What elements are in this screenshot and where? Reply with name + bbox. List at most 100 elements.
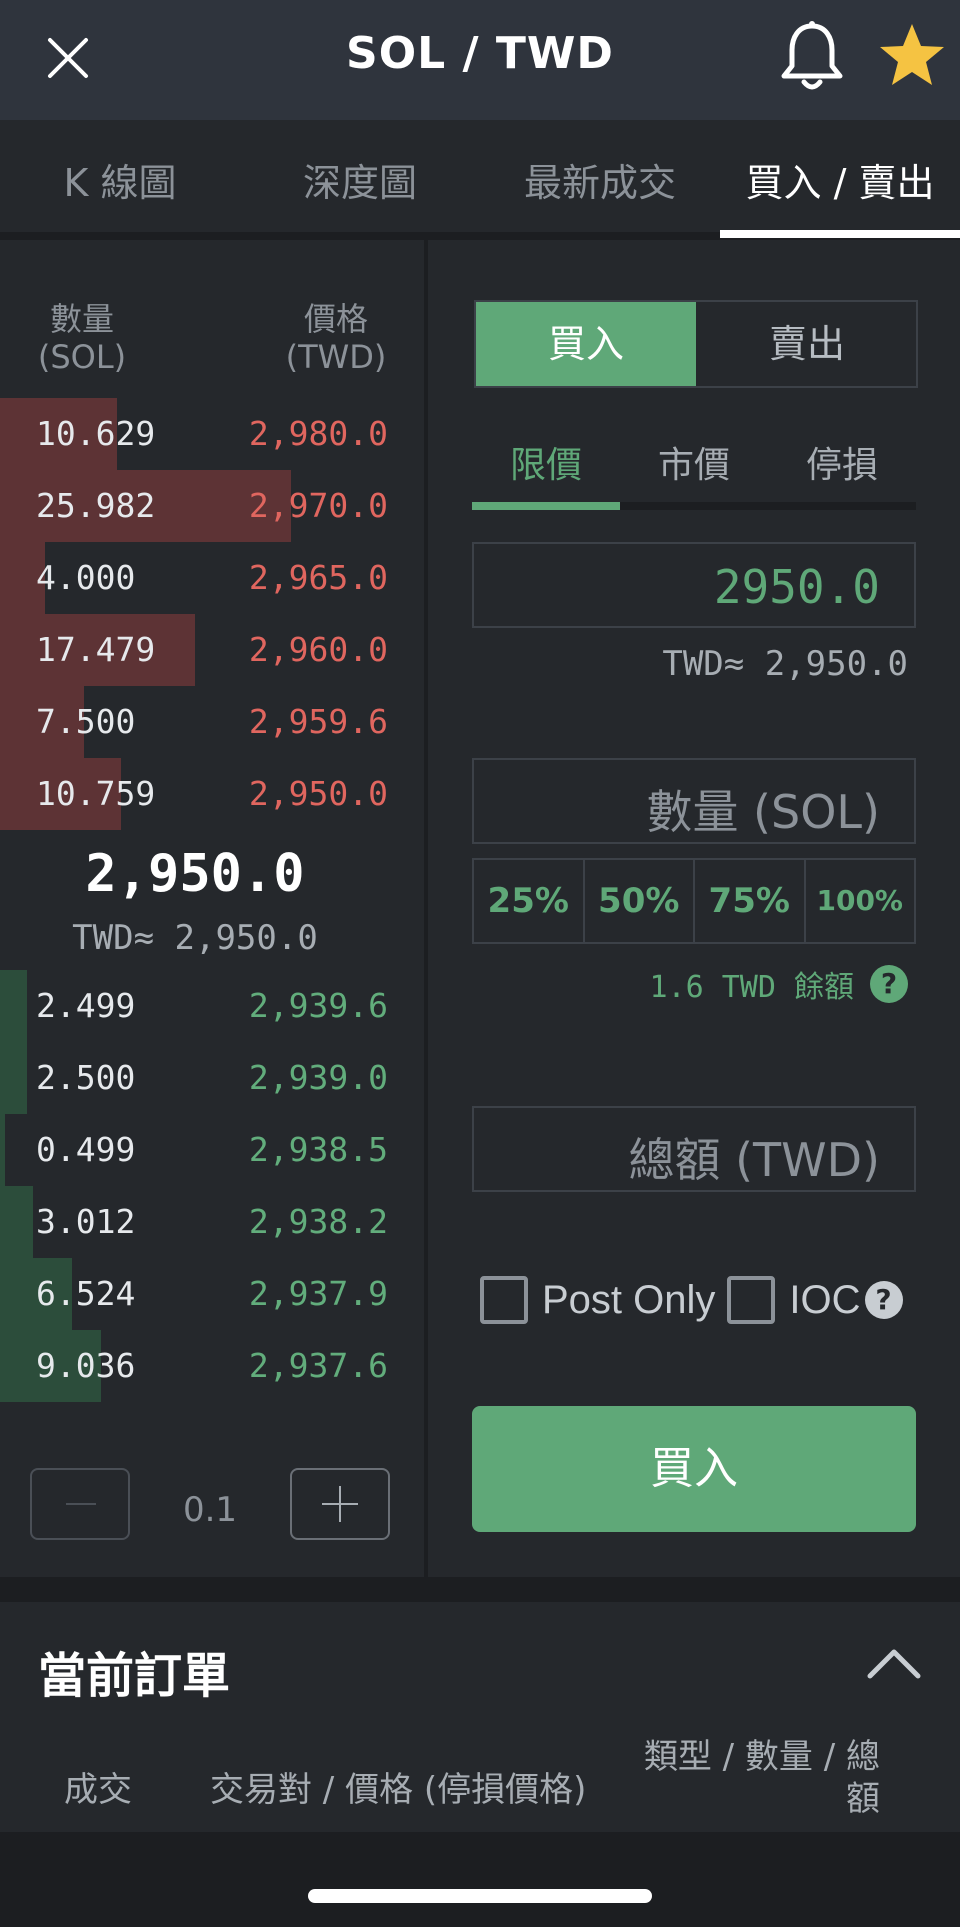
tab-depth[interactable]: 深度圖: [240, 152, 480, 207]
price-twd-estimate: TWD≈ 2,950.0: [662, 644, 908, 684]
price-input-value: 2950.0: [713, 560, 880, 614]
bid-row[interactable]: 2.499 2,939.6: [0, 970, 424, 1042]
orders-col-pair: 交易對 / 價格 (停損價格): [210, 1770, 587, 1810]
tab-latest-trades[interactable]: 最新成交: [480, 152, 720, 207]
plus-icon-vertical: [339, 1486, 341, 1522]
price-header: 價格 (TWD): [274, 300, 398, 376]
post-only-checkbox[interactable]: [480, 1276, 528, 1324]
ask-price: 2,959.6: [248, 702, 388, 741]
price-header-unit: (TWD): [285, 338, 387, 376]
bid-qty: 0.499: [36, 1130, 136, 1169]
ioc-label: IOC: [789, 1277, 861, 1322]
ask-row[interactable]: 10.759 2,950.0: [0, 758, 424, 830]
order-options: Post Only IOC ?: [480, 1272, 903, 1328]
ask-price: 2,970.0: [248, 486, 388, 525]
price-input[interactable]: 2950.0: [472, 542, 916, 628]
price-header-label: 價格: [303, 300, 368, 338]
mid-price: 2,950.0: [85, 844, 305, 904]
bid-row[interactable]: 0.499 2,938.5: [0, 1114, 424, 1186]
active-tab-indicator: [720, 230, 960, 238]
percent-50-button[interactable]: 50%: [585, 860, 695, 942]
order-type-indicator: [472, 502, 620, 510]
ask-row[interactable]: 25.982 2,970.0: [0, 470, 424, 542]
orders-col-type-line2: 額: [846, 1779, 880, 1819]
percent-25-button[interactable]: 25%: [474, 860, 585, 942]
star-icon[interactable]: [872, 16, 952, 96]
orders-title: 當前訂單: [38, 1648, 231, 1704]
qty-header: 數量 (SOL): [20, 300, 144, 376]
ask-qty: 10.759: [36, 774, 156, 813]
step-increase-button[interactable]: [290, 1468, 390, 1540]
ask-qty: 4.000: [36, 558, 136, 597]
bid-row[interactable]: 3.012 2,938.2: [0, 1186, 424, 1258]
tab-kline[interactable]: K 線圖: [0, 152, 240, 207]
ask-qty: 25.982: [36, 486, 156, 525]
post-only-label: Post Only: [542, 1277, 716, 1322]
step-decrease-button[interactable]: [30, 1468, 130, 1540]
chevron-up-icon[interactable]: [862, 1632, 926, 1696]
order-book: 數量 (SOL) 價格 (TWD) 10.629 2,980.0 25.982 2,9…: [0, 240, 424, 1577]
tab-buy-sell[interactable]: 買入 / 賣出: [720, 152, 960, 207]
bid-qty: 2.500: [36, 1058, 136, 1097]
trade-form: 買入 賣出 限價 市價 停損 2950.0 TWD≈ 2,950.0 數量 (S…: [428, 240, 960, 1577]
ask-price: 2,965.0: [248, 558, 388, 597]
percent-selector: 25% 50% 75% 100%: [472, 858, 916, 944]
bid-price: 2,938.5: [248, 1130, 388, 1169]
submit-buy-button[interactable]: 買入: [472, 1406, 916, 1532]
bid-price: 2,939.6: [248, 986, 388, 1025]
ask-price: 2,960.0: [248, 630, 388, 669]
sell-side-button[interactable]: 賣出: [698, 302, 916, 386]
order-type-stop[interactable]: 停損: [768, 436, 916, 488]
bid-price: 2,938.2: [248, 1202, 388, 1241]
ask-qty: 17.479: [36, 630, 156, 669]
bid-qty: 2.499: [36, 986, 136, 1025]
order-type-limit[interactable]: 限價: [472, 436, 620, 488]
bell-icon[interactable]: [772, 16, 852, 96]
order-type-market[interactable]: 市價: [620, 436, 768, 488]
ask-price: 2,950.0: [248, 774, 388, 813]
available-balance: 1.6 TWD 餘額 ?: [649, 962, 908, 1006]
orders-col-type-line1: 類型 / 數量 / 總: [643, 1737, 880, 1777]
current-orders: 當前訂單 成交 交易對 / 價格 (停損價格) 類型 / 數量 / 總 額: [0, 1602, 960, 1832]
bid-row[interactable]: 9.036 2,937.6: [0, 1330, 424, 1402]
bid-price: 2,937.9: [248, 1274, 388, 1313]
home-indicator[interactable]: [308, 1889, 652, 1903]
ioc-help-icon[interactable]: ?: [864, 1281, 903, 1319]
total-placeholder: 總額 (TWD): [628, 1133, 880, 1187]
side-toggle: 買入 賣出: [474, 300, 918, 388]
total-input[interactable]: 總額 (TWD): [472, 1106, 916, 1192]
amount-placeholder: 數量 (SOL): [646, 785, 880, 839]
mid-price-twd: TWD≈ 2,950.0: [72, 918, 318, 958]
bottom-bar: [0, 1832, 960, 1927]
view-tabs: K 線圖 深度圖 最新成交 買入 / 賣出: [0, 120, 960, 240]
bid-depth-bar: [0, 1186, 33, 1258]
top-bar: SOL / TWD: [0, 0, 960, 120]
buy-side-button[interactable]: 買入: [476, 302, 696, 386]
bid-row[interactable]: 6.524 2,937.9: [0, 1258, 424, 1330]
amount-input[interactable]: 數量 (SOL): [472, 758, 916, 844]
percent-75-button[interactable]: 75%: [695, 860, 806, 942]
bid-qty: 6.524: [36, 1274, 136, 1313]
help-icon[interactable]: ?: [870, 965, 908, 1003]
bid-qty: 9.036: [36, 1346, 136, 1385]
ioc-checkbox[interactable]: [727, 1276, 776, 1324]
orders-col-type: 類型 / 數量 / 總 額: [636, 1736, 880, 1820]
step-value: 0.1: [182, 1490, 238, 1530]
ask-row[interactable]: 4.000 2,965.0: [0, 542, 424, 614]
balance-text: 1.6 TWD 餘額: [649, 970, 855, 1005]
bid-row[interactable]: 2.500 2,939.0: [0, 1042, 424, 1114]
percent-100-button[interactable]: 100%: [806, 860, 915, 942]
minus-icon: [66, 1503, 96, 1505]
bid-price: 2,939.0: [248, 1058, 388, 1097]
section-gap: [0, 1577, 960, 1602]
ask-price: 2,980.0: [248, 414, 388, 453]
ask-row[interactable]: 17.479 2,960.0: [0, 614, 424, 686]
bid-depth-bar: [0, 1042, 27, 1114]
ask-row[interactable]: 7.500 2,959.6: [0, 686, 424, 758]
bid-price: 2,937.6: [248, 1346, 388, 1385]
bid-depth-bar: [0, 970, 27, 1042]
ask-row[interactable]: 10.629 2,980.0: [0, 398, 424, 470]
ask-qty: 10.629: [36, 414, 156, 453]
orders-col-filled: 成交: [64, 1770, 132, 1810]
qty-header-unit: (SOL): [37, 338, 127, 376]
